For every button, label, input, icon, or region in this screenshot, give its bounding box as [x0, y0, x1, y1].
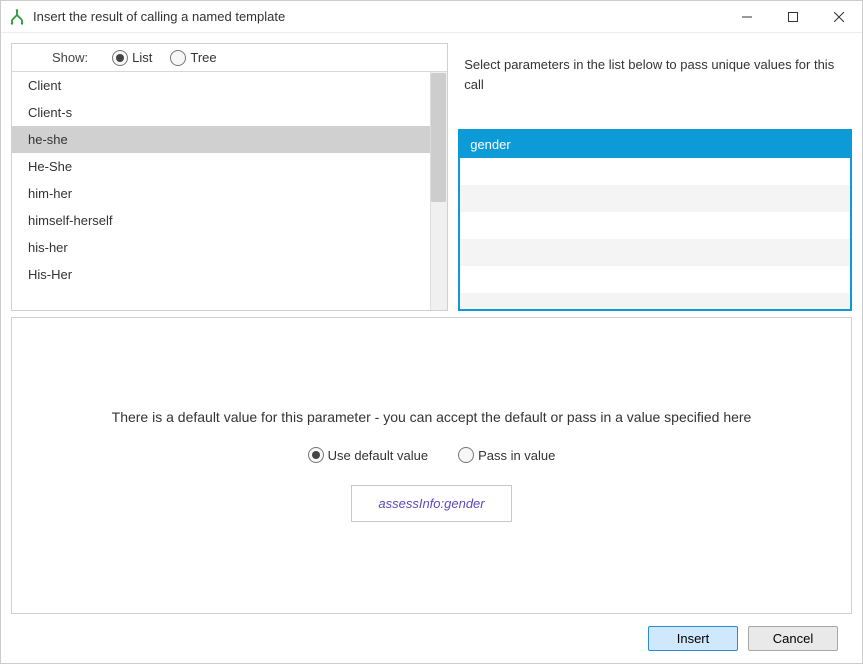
template-item[interactable]: him-her	[12, 180, 447, 207]
app-icon	[9, 9, 25, 25]
radio-dot-icon	[308, 447, 324, 463]
radio-dot-icon	[112, 50, 128, 66]
show-label: Show:	[52, 50, 88, 65]
show-list-label: List	[132, 50, 152, 65]
parameter-empty-row	[460, 212, 850, 239]
parameters-instruction: Select parameters in the list below to p…	[458, 43, 852, 129]
parameter-empty-row	[460, 239, 850, 266]
parameters-list: gender	[458, 129, 852, 311]
default-radio-row: Use default value Pass in value	[308, 447, 556, 463]
scrollbar-thumb[interactable]	[431, 73, 446, 202]
show-tree-label: Tree	[190, 50, 216, 65]
template-item[interactable]: his-her	[12, 234, 447, 261]
titlebar: Insert the result of calling a named tem…	[1, 1, 862, 33]
insert-button[interactable]: Insert	[648, 626, 738, 651]
template-item[interactable]: His-Her	[12, 261, 447, 288]
parameters-pane: Select parameters in the list below to p…	[458, 43, 852, 311]
use-default-radio[interactable]: Use default value	[308, 447, 428, 463]
templates-list: ClientClient-she-sheHe-Shehim-herhimself…	[12, 72, 447, 310]
maximize-button[interactable]	[770, 1, 816, 33]
templates-pane: Show: List Tree ClientClient-she-sheHe-S…	[11, 43, 448, 311]
dialog-footer: Insert Cancel	[11, 614, 852, 663]
default-value-box: assessInfo:gender	[351, 485, 511, 522]
default-value-text: assessInfo:gender	[378, 496, 484, 511]
template-item[interactable]: Client-s	[12, 99, 447, 126]
template-item[interactable]: He-She	[12, 153, 447, 180]
default-value-section: There is a default value for this parame…	[11, 317, 852, 614]
radio-dot-icon	[170, 50, 186, 66]
cancel-button[interactable]: Cancel	[748, 626, 838, 651]
parameter-empty-row	[460, 158, 850, 185]
template-item[interactable]: he-she	[12, 126, 447, 153]
close-button[interactable]	[816, 1, 862, 33]
radio-dot-icon	[458, 447, 474, 463]
parameter-empty-row	[460, 185, 850, 212]
default-message: There is a default value for this parame…	[112, 409, 752, 425]
parameter-empty-row	[460, 266, 850, 293]
parameter-empty-row	[460, 293, 850, 311]
show-mode-row: Show: List Tree	[12, 44, 447, 72]
minimize-button[interactable]	[724, 1, 770, 33]
template-item[interactable]: Client	[12, 72, 447, 99]
pass-in-label: Pass in value	[478, 448, 555, 463]
show-tree-radio[interactable]: Tree	[170, 50, 216, 66]
template-item[interactable]: himself-herself	[12, 207, 447, 234]
show-list-radio[interactable]: List	[112, 50, 152, 66]
upper-panes: Show: List Tree ClientClient-she-sheHe-S…	[11, 43, 852, 311]
use-default-label: Use default value	[328, 448, 428, 463]
dialog-body: Show: List Tree ClientClient-she-sheHe-S…	[1, 33, 862, 663]
window-title: Insert the result of calling a named tem…	[33, 9, 724, 24]
parameter-item[interactable]: gender	[460, 131, 850, 158]
pass-in-value-radio[interactable]: Pass in value	[458, 447, 555, 463]
scrollbar[interactable]	[430, 72, 447, 310]
dialog-window: Insert the result of calling a named tem…	[0, 0, 863, 664]
